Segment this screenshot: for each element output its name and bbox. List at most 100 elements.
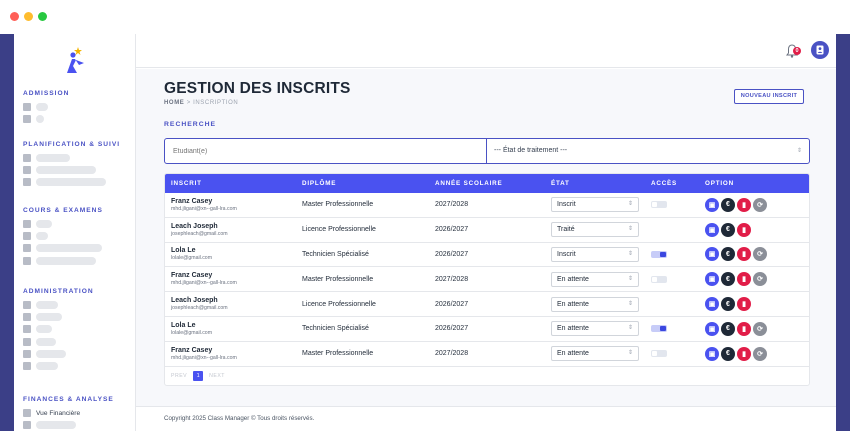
- diploma-cell: Technicien Spécialisé: [302, 325, 369, 333]
- user-menu-button[interactable]: [811, 41, 829, 59]
- main-content: GESTION DES INSCRITS HOME > INSCRIPTION …: [136, 69, 836, 431]
- access-toggle[interactable]: [651, 325, 667, 333]
- sidebar-item[interactable]: [23, 114, 44, 124]
- student-name[interactable]: Lola Le: [171, 321, 296, 330]
- payment-euro-icon[interactable]: €: [721, 346, 735, 361]
- status-cell: En attente ⇕: [545, 321, 645, 337]
- table-row[interactable]: Franz Casey mhd.jligani@xn--gall-lra.com M…: [165, 267, 809, 293]
- delete-icon[interactable]: ▮: [737, 247, 751, 262]
- student-name[interactable]: Franz Casey: [171, 197, 296, 206]
- minimize-window-button[interactable]: [24, 12, 33, 21]
- select-caret-icon: ⇕: [627, 300, 633, 307]
- access-toggle[interactable]: [651, 201, 667, 209]
- hospital-icon: [23, 103, 31, 111]
- delete-icon[interactable]: ▮: [737, 272, 751, 287]
- student-search-input[interactable]: [165, 139, 487, 163]
- prev-page-button[interactable]: PREV: [171, 373, 187, 379]
- sidebar-item[interactable]: [23, 300, 58, 310]
- delete-icon[interactable]: ▮: [737, 346, 751, 361]
- sidebar-item[interactable]: [23, 243, 102, 253]
- new-enrollee-button[interactable]: NOUVEAU INSCRIT: [734, 89, 804, 104]
- payment-euro-icon[interactable]: €: [721, 222, 735, 237]
- payment-euro-icon[interactable]: €: [721, 272, 735, 287]
- column-header-option[interactable]: OPTION: [699, 180, 809, 187]
- sidebar-item[interactable]: [23, 102, 48, 112]
- status-select[interactable]: En attente ⇕: [551, 321, 639, 337]
- sidebar-item[interactable]: [23, 153, 70, 163]
- delete-icon[interactable]: ▮: [737, 197, 751, 212]
- student-name[interactable]: Leach Joseph: [171, 296, 296, 305]
- breadcrumb-home[interactable]: HOME: [164, 100, 184, 106]
- delete-icon[interactable]: ▮: [737, 222, 751, 237]
- view-profile-icon[interactable]: ▣: [705, 346, 719, 361]
- next-page-button[interactable]: NEXT: [209, 373, 225, 379]
- school-year-cell: 2026/2027: [435, 300, 469, 308]
- sidebar-item[interactable]: [23, 231, 48, 241]
- view-profile-icon[interactable]: ▣: [705, 272, 719, 287]
- delete-icon[interactable]: ▮: [737, 297, 751, 312]
- column-header-etat[interactable]: ÉTAT: [545, 180, 645, 187]
- status-select[interactable]: Inscrit ⇕: [551, 197, 639, 213]
- sync-icon[interactable]: ⟳: [753, 247, 767, 262]
- column-header-acces[interactable]: ACCÈS: [645, 180, 699, 187]
- sidebar-item[interactable]: [23, 349, 66, 359]
- sidebar-item[interactable]: [23, 361, 58, 371]
- view-profile-icon[interactable]: ▣: [705, 297, 719, 312]
- sidebar-item[interactable]: [23, 312, 62, 322]
- sync-icon[interactable]: ⟳: [753, 197, 767, 212]
- access-toggle[interactable]: [651, 250, 667, 258]
- footer: Copyright 2025 Class Manager © Tous droi…: [136, 406, 836, 431]
- payment-euro-icon[interactable]: €: [721, 297, 735, 312]
- payment-euro-icon[interactable]: €: [721, 247, 735, 262]
- access-toggle[interactable]: [651, 275, 667, 283]
- status-select[interactable]: En attente ⇕: [551, 271, 639, 287]
- sidebar-section-title: FINANCES & ANALYSE: [23, 396, 114, 403]
- inscrit-cell: Leach Joseph josephleach@gmail.com: [165, 222, 296, 238]
- column-header-diplome[interactable]: DIPLÔME: [296, 180, 429, 187]
- access-toggle[interactable]: [651, 350, 667, 358]
- sync-icon[interactable]: ⟳: [753, 272, 767, 287]
- table-row[interactable]: Lola Le lolale@gmail.com Technicien Spécia…: [165, 243, 809, 268]
- student-name[interactable]: Franz Casey: [171, 271, 296, 280]
- student-name[interactable]: Franz Casey: [171, 346, 296, 355]
- delete-icon[interactable]: ▮: [737, 321, 751, 336]
- sidebar-item[interactable]: [23, 256, 96, 266]
- table-row[interactable]: Leach Joseph josephleach@gmail.com Licence…: [165, 218, 809, 243]
- status-filter-select[interactable]: --- État de traitement --- ⇕: [487, 139, 809, 163]
- status-select[interactable]: Inscrit ⇕: [551, 246, 639, 262]
- table-row[interactable]: Franz Casey mhd.jligani@xn--gall-lra.com M…: [165, 342, 809, 367]
- column-header-inscrit[interactable]: INSCRIT: [165, 180, 296, 187]
- current-page-button[interactable]: 1: [193, 370, 204, 381]
- column-header-annee[interactable]: ANNÉE SCOLAIRE: [429, 180, 545, 187]
- sidebar-section-title: ADMINISTRATION: [23, 288, 94, 295]
- student-name[interactable]: Lola Le: [171, 246, 296, 255]
- sidebar-item[interactable]: [23, 337, 56, 347]
- status-select[interactable]: En attente ⇕: [551, 296, 639, 312]
- table-row[interactable]: Franz Casey mhd.jligani@xn--gall-lra.com M…: [165, 193, 809, 218]
- sidebar-item[interactable]: [23, 324, 52, 334]
- gift-icon: [23, 362, 31, 370]
- sync-icon[interactable]: ⟳: [753, 346, 767, 361]
- sidebar-item[interactable]: [23, 165, 96, 175]
- table-row[interactable]: Leach Joseph josephleach@gmail.com Licence…: [165, 292, 809, 317]
- person-star-logo[interactable]: [64, 46, 86, 74]
- sidebar-item[interactable]: [23, 219, 52, 229]
- close-window-button[interactable]: [10, 12, 19, 21]
- payment-euro-icon[interactable]: €: [721, 197, 735, 212]
- status-select[interactable]: Traité ⇕: [551, 222, 639, 238]
- sync-icon[interactable]: ⟳: [753, 321, 767, 336]
- table-row[interactable]: Lola Le lolale@gmail.com Technicien Spécia…: [165, 317, 809, 342]
- payment-euro-icon[interactable]: €: [721, 321, 735, 336]
- redacted-label: [36, 362, 58, 370]
- status-select[interactable]: En attente ⇕: [551, 346, 639, 362]
- view-profile-icon[interactable]: ▣: [705, 197, 719, 212]
- maximize-window-button[interactable]: [38, 12, 47, 21]
- view-profile-icon[interactable]: ▣: [705, 321, 719, 336]
- sidebar-item[interactable]: [23, 420, 76, 430]
- student-email: josephleach@gmail.com: [171, 305, 228, 312]
- view-profile-icon[interactable]: ▣: [705, 222, 719, 237]
- view-profile-icon[interactable]: ▣: [705, 247, 719, 262]
- sidebar-item[interactable]: Vue Financière: [23, 408, 80, 418]
- sidebar-item[interactable]: [23, 177, 106, 187]
- student-name[interactable]: Leach Joseph: [171, 222, 296, 231]
